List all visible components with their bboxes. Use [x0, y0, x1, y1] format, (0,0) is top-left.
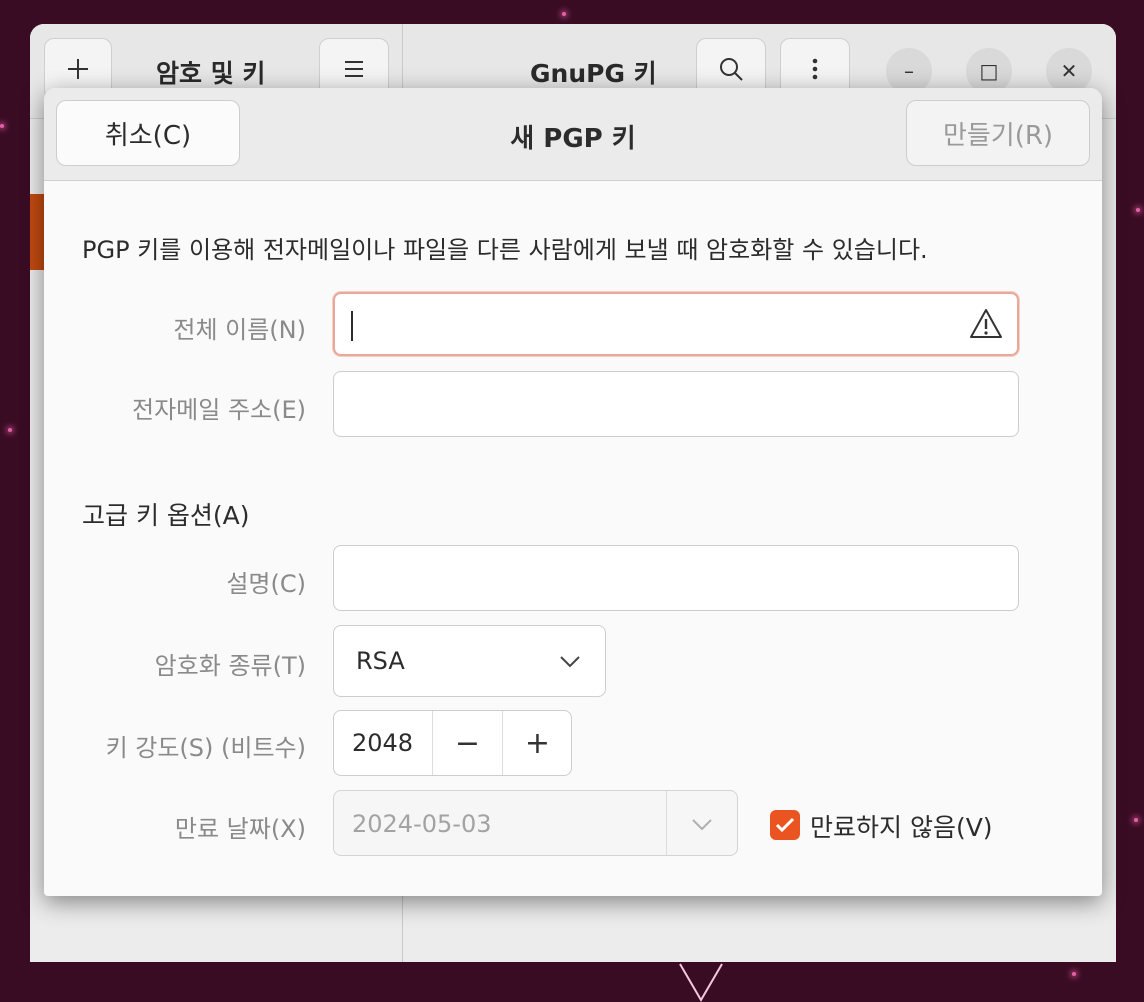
increment-button[interactable]: + [502, 711, 572, 775]
email-field[interactable] [333, 371, 1019, 437]
advanced-options-expander[interactable]: 고급 키 옵션(A) [82, 496, 250, 532]
key-strength-label: 키 강도(S) (비트수) [105, 734, 306, 762]
plus-icon: + [524, 725, 551, 761]
expiry-date-picker: 2024-05-03 [333, 790, 738, 856]
minimize-icon: – [904, 59, 914, 83]
background-star [1136, 208, 1140, 212]
checkmark-icon [775, 817, 795, 833]
never-expires-label[interactable]: 만료하지 않음(V) [810, 808, 993, 844]
warning-icon [970, 309, 1002, 338]
hamburger-icon [345, 61, 363, 77]
create-button[interactable]: 만들기(R) [906, 100, 1090, 166]
new-pgp-key-dialog: 취소(C) 새 PGP 키 만들기(R) PGP 키를 이용해 전자메일이나 파… [44, 88, 1102, 896]
date-dropdown-button [666, 791, 737, 855]
full-name-label: 전체 이름(N) [173, 316, 306, 344]
decrement-button[interactable]: − [432, 711, 502, 775]
vertical-dots-icon [812, 58, 818, 80]
background-star [0, 124, 4, 128]
encryption-type-label: 암호화 종류(T) [154, 652, 306, 680]
encryption-type-value: RSA [356, 647, 405, 675]
search-icon [720, 58, 743, 81]
background-star [1134, 818, 1138, 822]
plus-icon [68, 59, 88, 79]
encryption-type-dropdown[interactable]: RSA [333, 625, 606, 697]
sidebar-title: 암호 및 키 [156, 59, 266, 88]
comment-field[interactable] [333, 545, 1019, 611]
comment-label: 설명(C) [226, 570, 306, 598]
expiry-date-label: 만료 날짜(X) [174, 815, 306, 843]
never-expires-checkbox[interactable] [770, 810, 800, 840]
email-label: 전자메일 주소(E) [132, 396, 306, 424]
wallpaper-chevron [679, 963, 723, 1002]
main-title: GnuPG 키 [530, 59, 657, 88]
close-icon: ✕ [1060, 59, 1078, 83]
full-name-field[interactable] [333, 292, 1019, 356]
key-strength-value: 2048 [352, 729, 414, 757]
text-cursor [351, 311, 353, 341]
dialog-description: PGP 키를 이용해 전자메일이나 파일을 다른 사람에게 보낼 때 암호화할 … [82, 236, 928, 264]
chevron-down-icon [560, 656, 580, 668]
background-star [8, 428, 12, 432]
background-star [562, 12, 566, 16]
expiry-date-value: 2024-05-03 [352, 810, 492, 838]
background-star [1072, 972, 1076, 976]
minus-icon: − [454, 725, 481, 761]
maximize-icon: □ [979, 59, 999, 83]
key-strength-spinner[interactable]: 2048 − + [333, 710, 572, 776]
sidebar-selection-indicator [30, 194, 44, 270]
chevron-down-icon [692, 819, 712, 831]
